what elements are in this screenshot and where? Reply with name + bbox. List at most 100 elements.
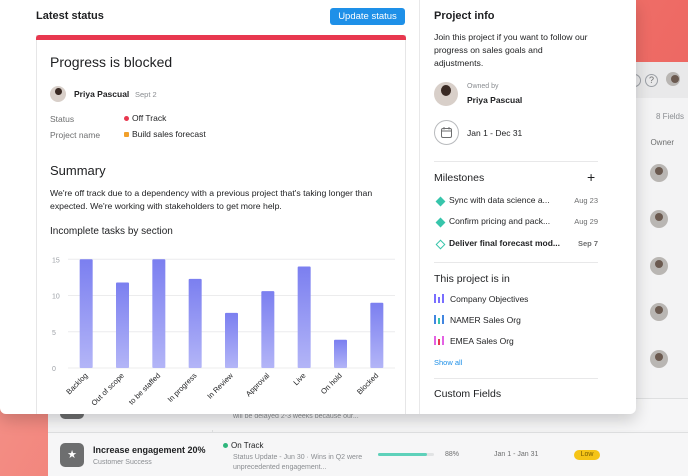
milestone-date: Aug 29 — [574, 217, 598, 226]
milestone-item[interactable]: Confirm pricing and pack... Aug 29 — [434, 216, 598, 230]
portfolio-item[interactable]: NAMER Sales Org — [434, 315, 521, 325]
chart-bar — [188, 278, 202, 368]
status-dot-icon — [124, 116, 129, 122]
x-tick-label: In Review — [205, 371, 235, 401]
progress-fill — [378, 453, 428, 456]
x-tick-label: Approval — [244, 371, 272, 399]
milestone-item[interactable]: Sync with data science a... Aug 23 — [434, 195, 598, 209]
status-field-label: Status — [50, 114, 75, 124]
chart-bar — [261, 291, 275, 368]
summary-text: We're off track due to a dependency with… — [50, 188, 373, 211]
portfolio-icon — [434, 294, 444, 303]
calendar-glyph-icon — [441, 127, 452, 138]
owner-avatar[interactable] — [650, 350, 668, 368]
portfolios-title: This project is in — [434, 273, 510, 285]
portfolio-name: NAMER Sales Org — [450, 315, 521, 325]
owner-column-header[interactable]: Owner — [650, 138, 674, 147]
divider — [434, 161, 598, 162]
y-tick-label: 10 — [52, 294, 60, 301]
milestone-name: Sync with data science a... — [449, 195, 550, 205]
fields-button[interactable]: 8 Fields — [656, 112, 684, 121]
portfolio-item[interactable]: Company Objectives — [434, 294, 528, 304]
row-update: unprecedented engagement... — [233, 464, 327, 471]
status-field-value[interactable]: Off Track — [124, 113, 166, 123]
portfolio-name: EMEA Sales Org — [450, 336, 514, 346]
owner-name[interactable]: Priya Pascual — [467, 95, 522, 105]
chart-title: Incomplete tasks by section — [50, 226, 173, 237]
row-update: will be delayed 2-3 weeks because our... — [233, 413, 359, 420]
row-name[interactable]: Increase engagement 20% — [93, 445, 206, 455]
row-status: On Track — [223, 441, 263, 450]
summary-title: Summary — [50, 163, 106, 178]
x-tick-label: Out of scope — [89, 371, 125, 407]
incomplete-tasks-chart: 051015Backlog Out of scope to be staffed In… — [52, 257, 395, 407]
help-icon[interactable]: ? — [645, 74, 658, 87]
milestone-complete-icon — [435, 217, 446, 228]
portfolio-item[interactable]: EMEA Sales Org — [434, 336, 514, 346]
project-name-text: Build sales forecast — [132, 129, 206, 139]
project-date-range[interactable]: Jan 1 - Dec 31 — [467, 128, 522, 138]
row-dates: Jan 1 - Jan 31 — [494, 451, 539, 458]
portfolio-icon — [434, 336, 444, 345]
divider — [434, 262, 598, 263]
owner-avatar[interactable] — [650, 303, 668, 321]
status-dot-icon — [223, 443, 228, 449]
y-tick-label: 5 — [52, 330, 56, 337]
project-name-label: Project name — [50, 130, 101, 140]
owner-avatar[interactable] — [650, 210, 668, 228]
calendar-icon[interactable] — [434, 120, 459, 145]
avatar[interactable] — [666, 72, 680, 86]
status-text: On Track — [231, 441, 264, 450]
chart-bar — [225, 312, 238, 368]
chart-bar — [297, 266, 311, 368]
status-value-text: Off Track — [132, 113, 167, 123]
owner-avatar[interactable] — [434, 82, 458, 106]
progress-bar — [378, 453, 434, 456]
table-row[interactable]: ★ Increase engagement 20% Customer Succe… — [48, 432, 688, 476]
status-panel: Progress is blocked Priya Pascual Sept 2… — [36, 35, 406, 414]
chart-bar — [152, 259, 166, 368]
milestone-name: Confirm pricing and pack... — [449, 216, 551, 226]
owned-by-label: Owned by — [467, 83, 499, 90]
row-team: Customer Success — [93, 459, 152, 466]
portfolio-icon — [434, 315, 444, 324]
milestone-date: Sep 7 — [577, 239, 598, 248]
status-color-bar — [36, 35, 406, 40]
x-tick-label: In progress — [166, 371, 199, 404]
x-tick-label: Backlog — [64, 371, 89, 396]
portfolio-name: Company Objectives — [450, 294, 529, 304]
y-tick-label: 15 — [52, 257, 60, 264]
status-date: Sept 2 — [135, 90, 157, 99]
chart-bar — [116, 282, 129, 368]
show-all-link[interactable]: Show all — [434, 358, 462, 367]
owner-avatar[interactable] — [650, 257, 668, 275]
author-avatar[interactable] — [50, 86, 66, 102]
latest-status-title: Latest status — [36, 10, 104, 22]
milestone-incomplete-icon — [435, 239, 446, 250]
row-update: Status Update - Jun 30 · Wins in Q2 were — [233, 454, 363, 461]
update-status-button[interactable]: Update status — [330, 8, 405, 25]
owner-avatar[interactable] — [650, 164, 668, 182]
milestone-name: Deliver final forecast mod... — [449, 238, 561, 248]
chart-bar — [79, 259, 93, 368]
chart-bar — [334, 339, 347, 368]
milestone-item[interactable]: Deliver final forecast mod... Sep 7 — [434, 238, 598, 252]
custom-fields-title: Custom Fields — [434, 388, 502, 400]
x-tick-label: On hold — [319, 371, 344, 396]
milestone-date: Aug 23 — [574, 196, 598, 205]
author-name[interactable]: Priya Pascual — [74, 89, 129, 99]
star-icon: ★ — [60, 443, 84, 467]
project-name-value[interactable]: Build sales forecast — [124, 129, 206, 139]
divider — [434, 378, 598, 379]
y-tick-label: 0 — [52, 366, 56, 373]
add-milestone-button[interactable]: + — [587, 170, 595, 184]
milestone-complete-icon — [435, 196, 446, 207]
milestones-title: Milestones — [434, 172, 485, 184]
project-info-title: Project info — [434, 10, 495, 22]
priority-badge[interactable]: Low — [574, 450, 600, 460]
x-tick-label: Blocked — [355, 371, 380, 396]
x-tick-label: to be staffed — [127, 371, 162, 406]
progress-label: 88% — [445, 451, 460, 458]
panel-divider — [419, 0, 420, 414]
project-status-card: Latest status Update status Progress is … — [0, 0, 636, 414]
